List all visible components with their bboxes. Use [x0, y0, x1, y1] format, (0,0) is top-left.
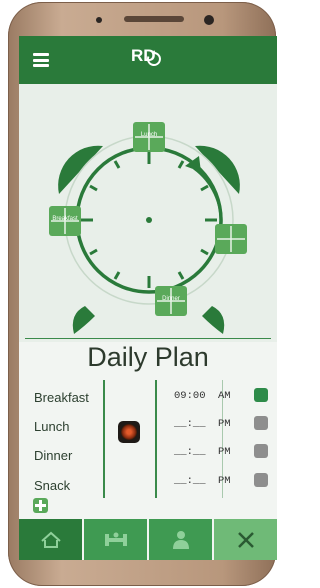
tab-tools[interactable]: [214, 519, 277, 560]
meal-label: Breakfast: [34, 390, 89, 405]
add-meal-button[interactable]: [33, 498, 48, 513]
marker-label-breakfast: Breakfast: [52, 216, 78, 222]
meal-label: Lunch: [34, 419, 70, 434]
divider: [25, 338, 271, 339]
doctor-icon: [172, 530, 189, 549]
marker-label-lunch: Lunch: [141, 132, 157, 138]
time-value[interactable]: __:__: [174, 418, 206, 430]
clock-marker[interactable]: [215, 224, 247, 254]
right-foot: [202, 306, 225, 334]
hamburger-menu-icon[interactable]: [33, 53, 49, 67]
fitness-icon: [104, 532, 127, 546]
tab-fitness[interactable]: [84, 519, 147, 560]
refresh-icon: [146, 50, 161, 66]
left-foot: [72, 306, 95, 334]
ampm-label[interactable]: PM: [218, 418, 231, 430]
page-title: Daily Plan: [87, 342, 209, 372]
clock-marker[interactable]: Lunch: [133, 122, 165, 152]
top-bar: RD: [19, 36, 277, 84]
tab-home[interactable]: [19, 519, 82, 560]
alarm-clock-illustration: Lunch Breakfast Dinner: [49, 122, 247, 334]
ampm-label[interactable]: PM: [218, 475, 231, 487]
time-value[interactable]: 09:00: [174, 390, 206, 402]
clock-marker[interactable]: Dinner: [155, 286, 187, 316]
time-value[interactable]: __:__: [174, 446, 206, 458]
bottom-tab-bar: [19, 519, 277, 560]
tools-icon: [237, 531, 254, 548]
home-icon: [40, 531, 61, 548]
marker-label-dinner: Dinner: [162, 296, 180, 302]
alarm-bell-icon[interactable]: [254, 416, 268, 430]
time-value[interactable]: __:__: [174, 475, 206, 487]
front-camera: [204, 15, 214, 25]
column-divider: [155, 380, 157, 498]
app-logo: RD: [131, 46, 165, 74]
meal-label: Snack: [34, 478, 71, 493]
ampm-label[interactable]: AM: [218, 390, 231, 402]
alarm-bell-icon[interactable]: [254, 473, 268, 487]
sensor-dot: [96, 17, 102, 23]
meal-clock: Lunch Breakfast Dinner: [19, 84, 277, 342]
tab-doctor[interactable]: [149, 519, 212, 560]
app-screen: RD Lunch Breakfast Dinner Daily Plan Bre…: [19, 36, 277, 560]
speaker-grille: [124, 16, 184, 22]
clock-center: [146, 217, 152, 223]
meal-label: Dinner: [34, 448, 73, 463]
column-divider: [103, 380, 105, 498]
clock-marker[interactable]: Breakfast: [49, 206, 81, 236]
ampm-label[interactable]: PM: [218, 446, 231, 458]
alarm-bell-icon[interactable]: [254, 444, 268, 458]
meal-food-thumbnail[interactable]: [118, 421, 140, 443]
alarm-bell-icon[interactable]: [254, 388, 268, 402]
meal-plan-table: Breakfast Lunch Dinner Snack 09:00 AM __…: [19, 380, 277, 512]
